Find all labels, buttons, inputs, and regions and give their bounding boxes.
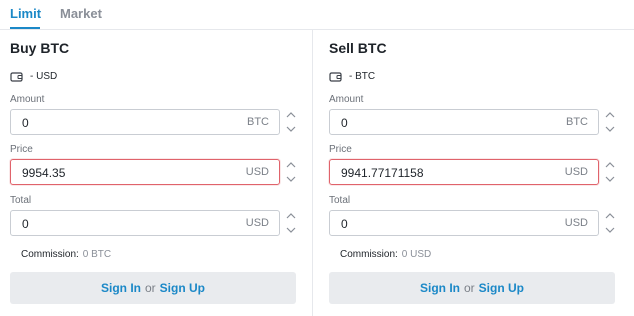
- chevron-up-icon: [286, 162, 296, 168]
- buy-sign-in-link[interactable]: Sign In: [101, 281, 141, 295]
- sell-sign-up-link[interactable]: Sign Up: [479, 281, 524, 295]
- buy-total-label: Total: [10, 195, 32, 206]
- sell-amount-field[interactable]: 0 BTC: [329, 109, 599, 135]
- buy-signin-bar: Sign In or Sign Up: [10, 272, 296, 304]
- sell-price-unit: USD: [564, 166, 588, 178]
- sell-price-value: 9941.77171158: [341, 166, 424, 180]
- tab-market[interactable]: Market: [60, 6, 102, 21]
- buy-total-unit: USD: [245, 217, 269, 229]
- sell-commission: Commission: 0 USD: [340, 249, 431, 260]
- buy-total-stepper[interactable]: [285, 210, 297, 236]
- sell-total-unit: USD: [564, 217, 588, 229]
- buy-sign-up-link[interactable]: Sign Up: [160, 281, 205, 295]
- panel-divider: [312, 30, 313, 316]
- sell-sign-in-link[interactable]: Sign In: [420, 281, 460, 295]
- sell-commission-label: Commission:: [340, 249, 398, 260]
- buy-price-field[interactable]: 9954.35 USD: [10, 159, 280, 185]
- buy-amount-label: Amount: [10, 94, 45, 105]
- sell-title: Sell BTC: [329, 40, 387, 56]
- sell-panel: Sell BTC - BTC Amount 0 BTC Price 9941.7…: [329, 30, 617, 316]
- sell-wallet-text: - BTC: [349, 70, 376, 82]
- buy-amount-unit: BTC: [247, 116, 269, 128]
- sell-wallet-balance: - BTC: [329, 69, 375, 83]
- sell-price-field[interactable]: 9941.77171158 USD: [329, 159, 599, 185]
- sell-total-field[interactable]: 0 USD: [329, 210, 599, 236]
- sell-price-stepper[interactable]: [604, 159, 616, 185]
- buy-price-value: 9954.35: [22, 166, 66, 180]
- buy-title: Buy BTC: [10, 40, 70, 56]
- buy-panel: Buy BTC - USD Amount 0 BTC Price 9954.35…: [10, 30, 298, 316]
- buy-total-field[interactable]: 0 USD: [10, 210, 280, 236]
- buy-wallet-text: - USD: [30, 70, 58, 82]
- sell-amount-value: 0: [341, 116, 348, 130]
- chevron-down-icon: [605, 176, 615, 182]
- buy-commission-value: 0 BTC: [82, 249, 112, 260]
- wallet-icon: [329, 70, 343, 82]
- sell-price-label: Price: [329, 144, 352, 155]
- sell-amount-unit: BTC: [566, 116, 588, 128]
- chevron-down-icon: [286, 227, 296, 233]
- chevron-down-icon: [605, 227, 615, 233]
- chevron-up-icon: [605, 213, 615, 219]
- buy-price-unit: USD: [245, 166, 269, 178]
- buy-price-stepper[interactable]: [285, 159, 297, 185]
- buy-wallet-balance: - USD: [10, 69, 57, 83]
- chevron-up-icon: [286, 112, 296, 118]
- buy-price-label: Price: [10, 144, 33, 155]
- buy-commission: Commission: 0 BTC: [21, 249, 111, 260]
- chevron-up-icon: [605, 162, 615, 168]
- buy-amount-field[interactable]: 0 BTC: [10, 109, 280, 135]
- chevron-down-icon: [286, 176, 296, 182]
- active-tab-indicator: [10, 27, 40, 29]
- sell-signin-bar: Sign In or Sign Up: [329, 272, 615, 304]
- chevron-down-icon: [605, 126, 615, 132]
- order-type-tabs: Limit Market: [0, 0, 634, 30]
- buy-or-text: or: [145, 281, 156, 295]
- buy-amount-stepper[interactable]: [285, 109, 297, 135]
- buy-total-value: 0: [22, 217, 29, 231]
- chevron-up-icon: [286, 213, 296, 219]
- buy-amount-value: 0: [22, 116, 29, 130]
- wallet-icon: [10, 70, 24, 82]
- chevron-up-icon: [605, 112, 615, 118]
- tab-limit[interactable]: Limit: [10, 6, 41, 21]
- sell-total-stepper[interactable]: [604, 210, 616, 236]
- sell-or-text: or: [464, 281, 475, 295]
- chevron-down-icon: [286, 126, 296, 132]
- buy-commission-label: Commission:: [21, 249, 79, 260]
- sell-commission-value: 0 USD: [401, 249, 432, 260]
- sell-amount-stepper[interactable]: [604, 109, 616, 135]
- sell-total-label: Total: [329, 195, 351, 206]
- sell-total-value: 0: [341, 217, 348, 231]
- sell-amount-label: Amount: [329, 94, 364, 105]
